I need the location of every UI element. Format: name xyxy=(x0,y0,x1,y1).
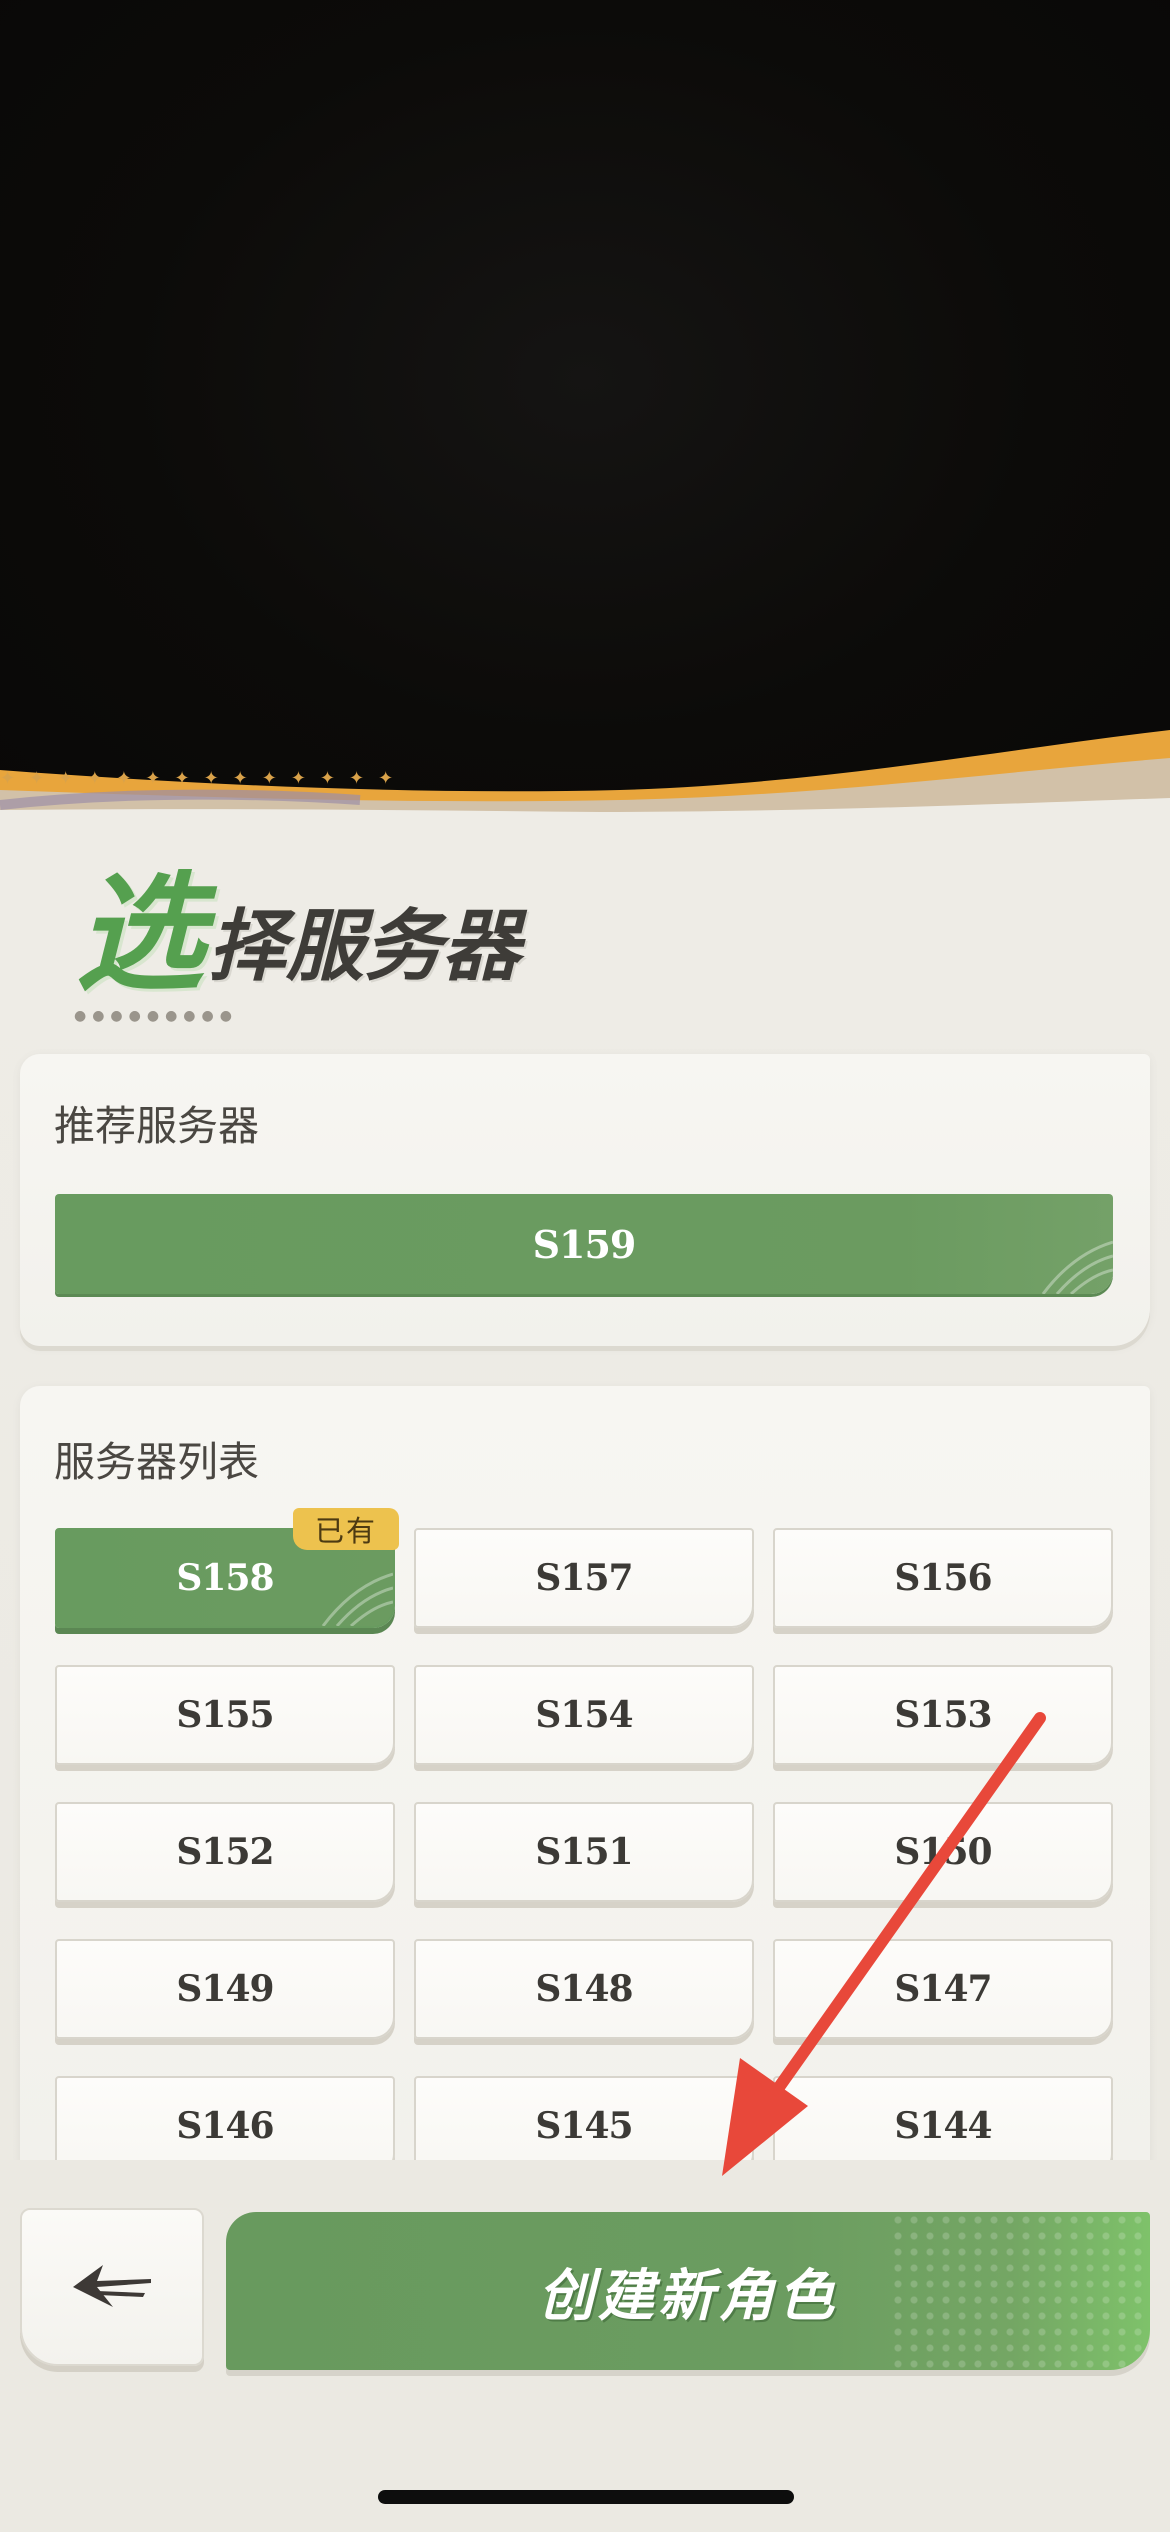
stripe-decoration xyxy=(1041,1240,1113,1294)
owned-badge: 已有 xyxy=(293,1508,399,1550)
recommended-server-card: 推荐服务器 S159 xyxy=(20,1054,1150,1346)
back-arrow-icon xyxy=(73,2265,151,2307)
server-name: S149 xyxy=(176,1968,274,2010)
title-dots: ●●●●●●●●● xyxy=(74,1008,238,1024)
title-rest: 择服务器 xyxy=(208,901,521,992)
server-list-label: 服务器列表 xyxy=(54,1438,259,1486)
server-name: S152 xyxy=(176,1831,274,1873)
server-button-s154[interactable]: S154 xyxy=(414,1665,754,1765)
create-character-button[interactable]: 创建新角色 xyxy=(226,2212,1150,2370)
server-button-s148[interactable]: S148 xyxy=(414,1939,754,2039)
server-name: S157 xyxy=(535,1557,633,1599)
server-button-s157[interactable]: S157 xyxy=(414,1528,754,1628)
server-name: S144 xyxy=(894,2105,992,2147)
recommended-server-name: S159 xyxy=(532,1221,637,1267)
stripe-decoration xyxy=(321,1572,393,1626)
server-button-s147[interactable]: S147 xyxy=(773,1939,1113,2039)
server-button-s158[interactable]: S158 已有 xyxy=(55,1508,399,1628)
server-name: S145 xyxy=(535,2105,633,2147)
server-button-s152[interactable]: S152 xyxy=(55,1802,395,1902)
page-title: 选 择服务器 xyxy=(76,858,520,998)
create-character-label: 创建新角色 xyxy=(538,2262,838,2329)
server-button-s153[interactable]: S153 xyxy=(773,1665,1113,1765)
server-name: S155 xyxy=(176,1694,274,1736)
server-name: S147 xyxy=(894,1968,992,2010)
server-name: S153 xyxy=(894,1694,992,1736)
server-grid: S158 已有 S157 S156 S155 S154 S153 S152 S1… xyxy=(55,1508,1113,2168)
recommended-label: 推荐服务器 xyxy=(54,1102,259,1150)
title-first-char: 选 xyxy=(76,859,205,1009)
server-button-s155[interactable]: S155 xyxy=(55,1665,395,1765)
server-button-s156[interactable]: S156 xyxy=(773,1528,1113,1628)
recommended-server-button[interactable]: S159 xyxy=(55,1194,1113,1294)
dot-pattern xyxy=(890,2212,1150,2370)
back-button[interactable] xyxy=(20,2208,204,2366)
server-button-s144[interactable]: S144 xyxy=(773,2076,1113,2168)
server-list-card: 服务器列表 S158 已有 S157 S156 S155 S154 S153 S… xyxy=(20,1386,1150,2168)
server-button-s150[interactable]: S150 xyxy=(773,1802,1113,1902)
server-button-s151[interactable]: S151 xyxy=(414,1802,754,1902)
decorative-stars: ✦✦✦✦✦✦✦✦✦✦✦✦✦✦ xyxy=(0,768,408,789)
server-button-s145[interactable]: S145 xyxy=(414,2076,754,2168)
server-name: S146 xyxy=(176,2105,274,2147)
server-name: S158 xyxy=(176,1557,274,1599)
server-button-s149[interactable]: S149 xyxy=(55,1939,395,2039)
server-name: S148 xyxy=(535,1968,633,2010)
server-button-s146[interactable]: S146 xyxy=(55,2076,395,2168)
home-indicator xyxy=(378,2490,794,2504)
server-name: S154 xyxy=(535,1694,633,1736)
server-name: S151 xyxy=(535,1831,633,1873)
server-name: S150 xyxy=(894,1831,992,1873)
server-name: S156 xyxy=(894,1557,992,1599)
